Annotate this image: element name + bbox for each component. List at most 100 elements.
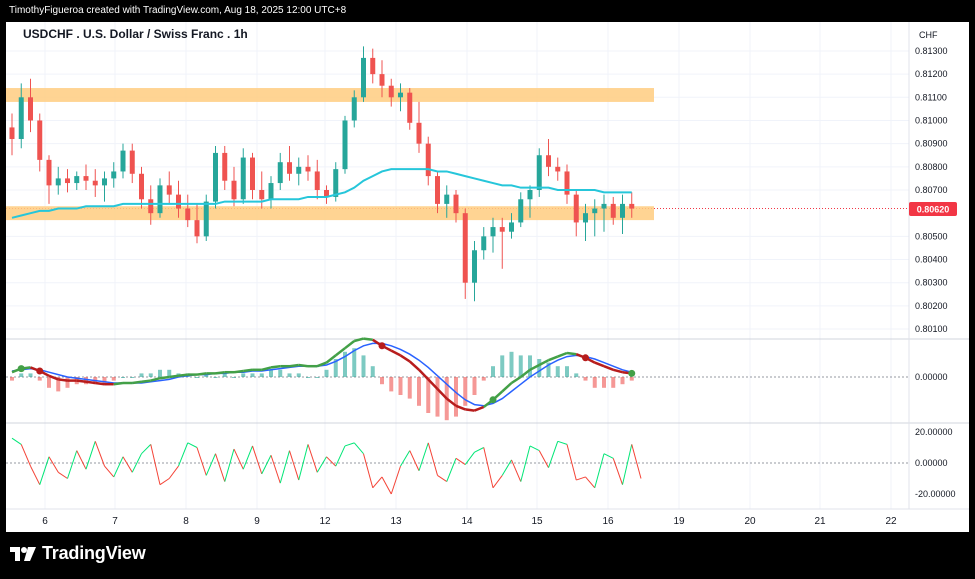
candle-body (444, 194, 450, 204)
macd-line-segment (58, 378, 68, 382)
macd-histogram-bar (370, 366, 375, 377)
time-tick-label: 22 (885, 516, 897, 527)
macd-histogram-bar (28, 373, 33, 377)
macd-line-segment (141, 379, 151, 384)
macd-histogram-bar (574, 373, 579, 377)
macd-histogram-bar (481, 377, 486, 381)
macd-line-segment (215, 370, 225, 375)
macd-histogram-bar (259, 373, 264, 377)
macd-histogram-bar (435, 377, 440, 417)
price-tick-label: 0.81000 (915, 115, 948, 125)
macd-histogram-bar (583, 377, 588, 381)
time-tick-label: 19 (673, 516, 685, 527)
candle-body (166, 185, 172, 195)
candle-body (453, 194, 459, 214)
macd-histogram-bar (250, 373, 255, 377)
candle-body (333, 169, 339, 197)
candle-body (194, 220, 200, 237)
tradingview-logo-text: TradingView (42, 543, 146, 563)
candle-body (46, 159, 52, 186)
macd-histogram-bar (352, 348, 357, 377)
price-tick-label: 0.80300 (915, 278, 948, 288)
macd-line-segment (196, 372, 207, 376)
candle-body (499, 227, 505, 232)
candle-body (213, 152, 218, 202)
price-tick-label: 0.81100 (915, 92, 947, 102)
price-tick-label: 0.80700 (915, 185, 948, 195)
macd-tick-label: 0.00000 (915, 372, 948, 382)
macd-histogram-bar (454, 377, 458, 417)
candle-body (148, 199, 154, 214)
tradingview-logo[interactable]: TradingView (10, 543, 146, 564)
tradingview-logo-icon (10, 546, 36, 561)
macd-line-segment (233, 369, 244, 374)
macd-line-segment (169, 374, 179, 379)
macd-histogram-bar (241, 373, 246, 377)
time-tick-label: 20 (744, 516, 756, 527)
time-tick-label: 6 (42, 516, 48, 527)
candle-body (55, 178, 61, 186)
last-price-text: 0.80620 (917, 205, 950, 215)
macd-histogram-bar (315, 377, 320, 378)
candle-body (231, 180, 237, 200)
chart-canvas[interactable]: 0.81300 0.81200 0.81100 0.81000 0.80900 0.808… (6, 22, 969, 532)
candle-body (129, 150, 135, 174)
time-tick-label: 8 (183, 516, 189, 527)
candle-body (111, 171, 117, 179)
bottom-bar (0, 532, 975, 579)
candle-body (462, 213, 468, 283)
macd-cross-dot (378, 342, 386, 350)
price-tick-label: 0.80500 (915, 231, 948, 241)
macd-line-segment (132, 380, 142, 385)
candle-body (65, 178, 70, 184)
macd-line-segment (178, 373, 188, 378)
candle-body (610, 203, 616, 218)
top-bar: TimothyFigueroa created with TradingView… (0, 0, 975, 22)
zone-resistance (6, 88, 654, 102)
candle-body (351, 97, 357, 121)
macd-histogram-bar (19, 373, 24, 377)
candle-body (176, 194, 181, 209)
candle-body (407, 92, 413, 123)
macd-histogram-bar (139, 373, 144, 377)
candle-body (620, 203, 625, 218)
candle-body (583, 213, 588, 223)
candle-body (555, 166, 561, 172)
macd-cross-dot (36, 367, 44, 375)
macd-cross-dot (582, 354, 589, 362)
candle-body (74, 176, 80, 184)
macd-line-segment (85, 380, 96, 385)
macd-histogram-bar (158, 369, 162, 377)
macd-histogram-bar (389, 377, 394, 392)
time-tick-label: 14 (461, 516, 473, 527)
macd-histogram-bar (121, 377, 125, 378)
candle-body (416, 122, 422, 144)
macd-cross-dot (628, 369, 636, 377)
candle-body (92, 180, 98, 186)
candle-body (546, 155, 551, 167)
candle-body (185, 208, 191, 221)
candle-body (296, 166, 302, 174)
time-tick-label: 15 (531, 516, 543, 527)
candle-body (629, 203, 635, 209)
candle-body (425, 143, 431, 177)
macd-histogram-bar (611, 377, 616, 388)
macd-cross-dot (17, 365, 25, 373)
chart-frame[interactable]: 0.81300 0.81200 0.81100 0.81000 0.80900 0.808… (6, 22, 969, 532)
candle-body (203, 201, 209, 237)
price-tick-label: 0.80800 (915, 162, 948, 172)
macd-line-segment (95, 381, 105, 386)
macd-histogram-bar (620, 377, 625, 385)
macd-line-segment (159, 375, 170, 380)
time-tick-label: 16 (602, 516, 614, 527)
macd-histogram-bar (463, 377, 468, 406)
candle-body (472, 250, 477, 283)
time-tick-label: 12 (319, 516, 331, 527)
zone-support (6, 206, 654, 221)
candle-body (277, 162, 283, 184)
macd-histogram-bar (306, 377, 310, 378)
macd-histogram-bar (629, 377, 634, 381)
macd-histogram-bar (417, 377, 421, 406)
candle-body (18, 97, 24, 140)
macd-histogram-bar (472, 377, 477, 395)
